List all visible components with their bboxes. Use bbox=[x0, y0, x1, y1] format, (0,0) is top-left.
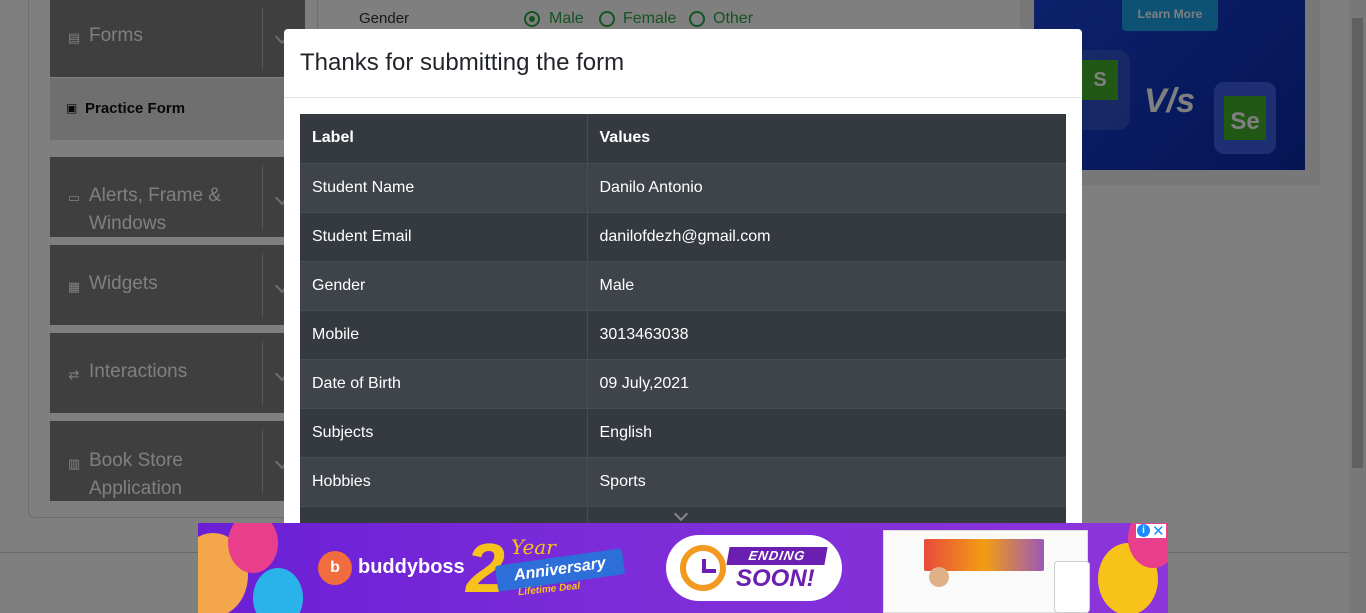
row-label: Mobile bbox=[300, 309, 588, 359]
balloon-icon bbox=[228, 523, 278, 573]
ending-soon-badge: ENDING SOON! bbox=[666, 535, 842, 601]
row-value: English bbox=[587, 407, 1066, 457]
table-row: Hobbies Sports bbox=[300, 456, 1066, 506]
row-value: 09 July,2021 bbox=[587, 358, 1066, 408]
row-label: Student Name bbox=[300, 162, 588, 212]
info-icon[interactable]: i bbox=[1137, 524, 1150, 537]
close-icon[interactable]: ✕ bbox=[1152, 523, 1165, 540]
soon-text: SOON! bbox=[736, 565, 815, 592]
ad-controls: i ✕ bbox=[1136, 523, 1166, 540]
anniversary-year: Year bbox=[511, 535, 556, 559]
row-label: Subjects bbox=[300, 407, 588, 457]
row-value: danilofdezh@gmail.com bbox=[587, 211, 1066, 261]
row-label: Student Email bbox=[300, 211, 588, 261]
results-table: Label Values Student Name Danilo Antonio… bbox=[300, 114, 1066, 555]
clock-icon bbox=[680, 545, 726, 591]
table-row: Student Email danilofdezh@gmail.com bbox=[300, 211, 1066, 261]
buddyboss-brand: buddyboss bbox=[358, 556, 465, 578]
row-label: Date of Birth bbox=[300, 358, 588, 408]
ending-text: ENDING bbox=[726, 547, 828, 565]
row-label: Hobbies bbox=[300, 456, 588, 506]
table-row: Mobile 3013463038 bbox=[300, 309, 1066, 359]
table-row: Date of Birth 09 July,2021 bbox=[300, 358, 1066, 408]
row-value: Danilo Antonio bbox=[587, 162, 1066, 212]
table-row: Student Name Danilo Antonio bbox=[300, 162, 1066, 212]
row-value: 3013463038 bbox=[587, 309, 1066, 359]
product-screenshot bbox=[883, 530, 1090, 613]
bottom-ad-banner[interactable]: b buddyboss 2 Year Anniversary Lifetime … bbox=[198, 523, 1168, 613]
table-header-row: Label Values bbox=[300, 114, 1066, 163]
balloon-icon bbox=[253, 568, 303, 613]
phone-mockup bbox=[1054, 561, 1090, 613]
modal-header: Thanks for submitting the form bbox=[284, 29, 1082, 98]
row-value: Sports bbox=[587, 456, 1066, 506]
buddyboss-logo-icon: b bbox=[318, 551, 352, 585]
header-label: Label bbox=[300, 114, 588, 163]
table-row: Gender Male bbox=[300, 260, 1066, 310]
header-values: Values bbox=[599, 129, 651, 147]
table-row: Subjects English bbox=[300, 407, 1066, 457]
avatar bbox=[929, 567, 949, 587]
row-value: Male bbox=[587, 260, 1066, 310]
modal-title: Thanks for submitting the form bbox=[300, 49, 625, 76]
row-label: Gender bbox=[300, 260, 588, 310]
